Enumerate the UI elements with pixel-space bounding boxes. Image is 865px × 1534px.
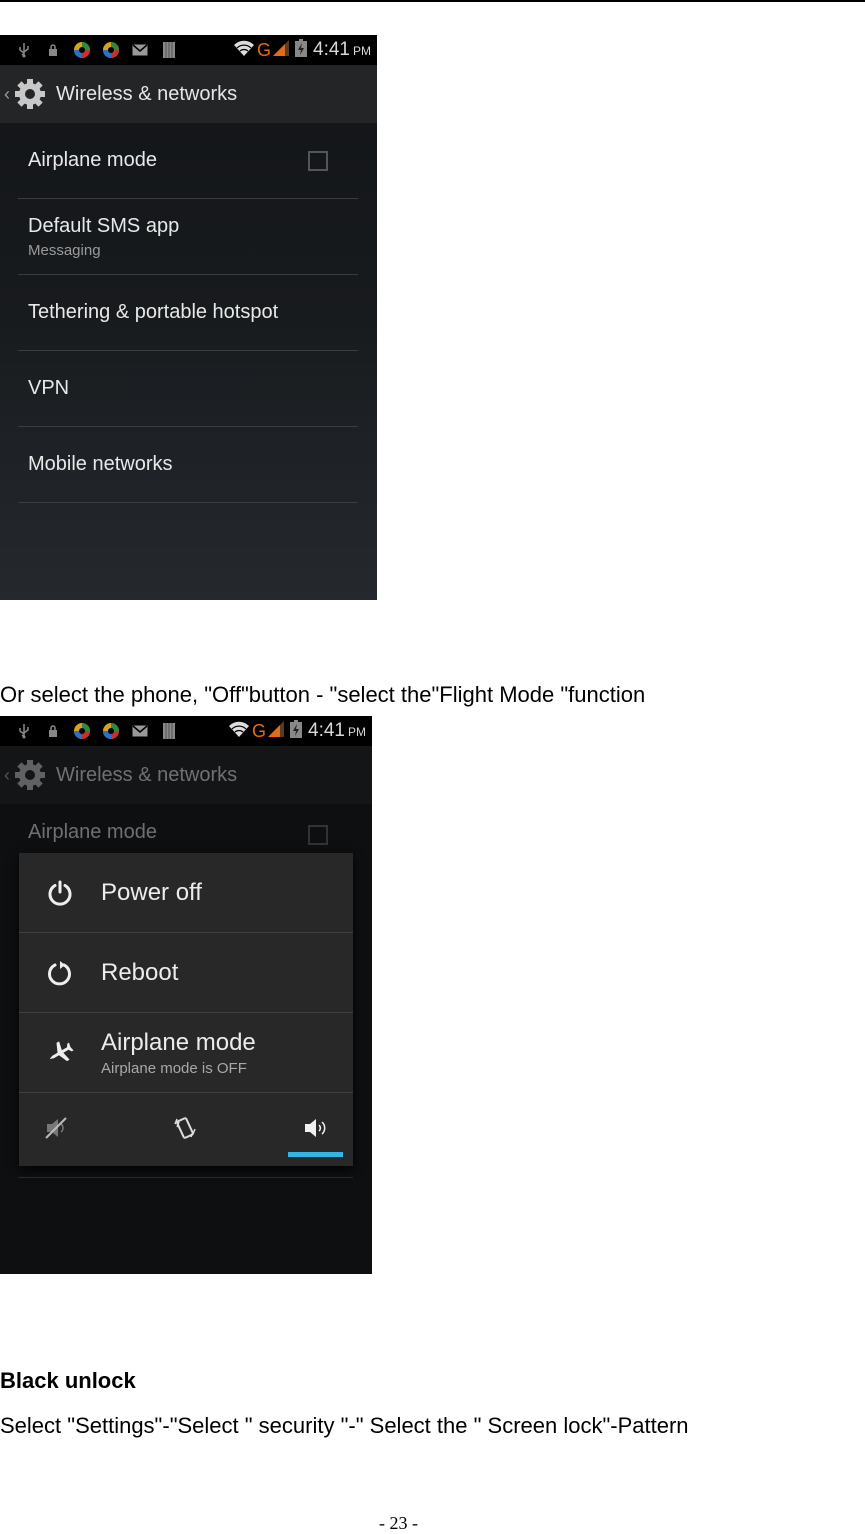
settings-item-mobile-networks[interactable]: Mobile networks — [18, 427, 358, 503]
usb-icon — [14, 41, 34, 59]
settings-item-title: VPN — [28, 377, 70, 399]
settings-item-title: Tethering & portable hotspot — [28, 301, 279, 323]
lock-icon — [43, 722, 63, 740]
power-options-dialog: Power off Reboot Airplane mode Airplane … — [19, 853, 353, 1166]
network-type-label: G — [257, 39, 272, 60]
sound-mode-selector — [19, 1093, 353, 1165]
silent-mode-icon[interactable] — [37, 1111, 77, 1145]
reboot-icon — [19, 960, 101, 986]
option-title: Airplane mode — [101, 1028, 256, 1056]
status-bar: G 4:41 PM — [0, 716, 372, 746]
section-heading: Black unlock — [0, 1368, 136, 1393]
battery-charging-icon — [295, 38, 308, 62]
airplane-mode-checkbox — [308, 825, 328, 845]
page-number: - 23 - — [379, 1513, 418, 1533]
airplane-icon — [19, 1040, 101, 1066]
clock-ampm: PM — [348, 725, 366, 739]
screen-title: Wireless & networks — [56, 82, 238, 105]
settings-item-airplane-mode[interactable]: Airplane mode — [18, 123, 358, 199]
option-title: Reboot — [101, 958, 179, 986]
option-subtitle: Airplane mode is OFF — [101, 1059, 247, 1077]
barcode-icon — [159, 722, 179, 740]
app-notification-icon — [72, 722, 92, 740]
usb-icon — [14, 722, 34, 740]
phone-screenshot-power-menu: G 4:41 PM ‹ Wireless & networks Airplane … — [0, 716, 372, 1274]
lock-icon — [43, 41, 63, 59]
barcode-icon — [159, 41, 179, 59]
wifi-icon — [233, 40, 255, 61]
settings-item-vpn[interactable]: VPN — [18, 351, 358, 427]
airplane-mode-option[interactable]: Airplane mode Airplane mode is OFF — [19, 1013, 353, 1093]
battery-charging-icon — [290, 719, 303, 743]
power-icon — [19, 880, 101, 906]
phone-screenshot-wireless-settings: G 4:41 PM ‹ Wireless & networks Airplane … — [0, 35, 377, 600]
mail-icon — [130, 722, 150, 740]
list-divider — [18, 1177, 353, 1178]
app-notification-icon — [72, 41, 92, 59]
page-top-rule — [0, 0, 865, 2]
sound-on-icon[interactable] — [295, 1111, 335, 1145]
back-chevron-icon: ‹ — [4, 764, 10, 785]
wifi-icon — [228, 721, 250, 742]
vibrate-mode-icon[interactable] — [165, 1111, 205, 1145]
settings-item-title: Mobile networks — [28, 453, 173, 475]
back-chevron-icon[interactable]: ‹ — [4, 84, 10, 105]
settings-item-title: Default SMS app — [28, 214, 180, 237]
clock-time: 4:41 — [308, 720, 345, 741]
status-bar: G 4:41 PM — [0, 35, 377, 65]
selected-sound-mode-indicator — [288, 1152, 343, 1157]
status-clock: 4:41 PM — [313, 39, 371, 61]
signal-icon — [268, 720, 285, 742]
body-text: Select "Settings"-"Select " security "-"… — [0, 1413, 689, 1438]
background-airplane-mode-item: Airplane mode — [18, 821, 358, 845]
signal-icon — [273, 39, 290, 61]
settings-item-subtitle: Messaging — [28, 241, 101, 259]
caption-text: Or select the phone, "Off"button - "sele… — [0, 682, 646, 707]
status-clock: 4:41 PM — [308, 720, 366, 742]
option-title: Power off — [101, 878, 202, 906]
settings-gear-icon[interactable] — [12, 76, 48, 112]
action-bar: ‹ Wireless & networks — [0, 746, 372, 804]
settings-list: Airplane mode Default SMS app Messaging … — [18, 123, 358, 503]
clock-time: 4:41 — [313, 39, 350, 60]
reboot-option[interactable]: Reboot — [19, 933, 353, 1013]
network-type-label: G — [252, 720, 267, 741]
background-item-title: Airplane mode — [28, 821, 157, 843]
mail-icon — [130, 41, 150, 59]
power-off-option[interactable]: Power off — [19, 853, 353, 933]
airplane-mode-checkbox[interactable] — [308, 151, 328, 171]
settings-item-tethering[interactable]: Tethering & portable hotspot — [18, 275, 358, 351]
clock-ampm: PM — [353, 44, 371, 58]
app-notification-icon — [101, 722, 121, 740]
app-notification-icon — [101, 41, 121, 59]
action-bar: ‹ Wireless & networks — [0, 65, 377, 123]
screen-title: Wireless & networks — [56, 763, 238, 786]
settings-gear-icon — [12, 757, 48, 793]
settings-item-default-sms-app[interactable]: Default SMS app Messaging — [18, 199, 358, 275]
